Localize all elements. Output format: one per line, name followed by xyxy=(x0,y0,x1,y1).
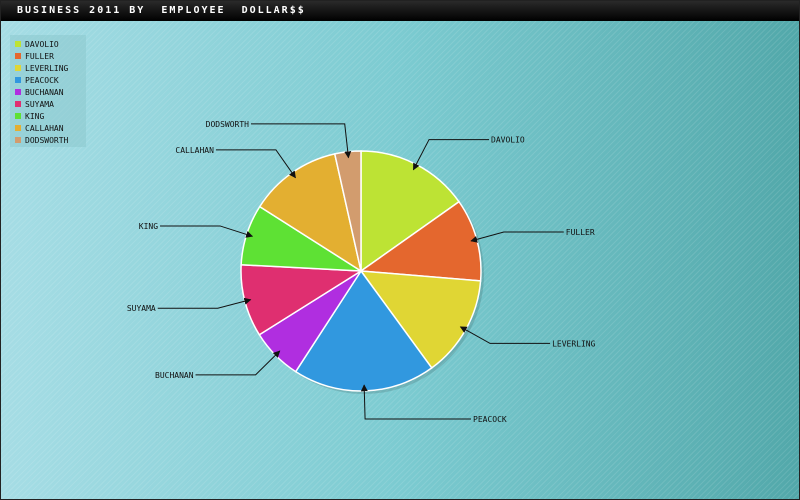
chart-title: BUSINESS 2011 BY EMPLOYEE DOLLAR$$ xyxy=(1,1,799,21)
data-label-buchanan: BUCHANAN xyxy=(155,371,194,380)
callout-line-davolio xyxy=(412,139,490,171)
callout-line-dodsworth xyxy=(251,123,352,159)
data-label-suyama: SUYAMA xyxy=(127,304,156,313)
data-label-fuller: FULLER xyxy=(566,228,595,237)
data-label-leverling: LEVERLING xyxy=(552,339,596,348)
data-label-davolio: DAVOLIO xyxy=(491,136,525,145)
callout-line-buchanan xyxy=(195,350,281,376)
callout-line-leverling xyxy=(459,326,551,344)
data-label-callahan: CALLAHAN xyxy=(175,146,214,155)
callout-line-callahan xyxy=(215,149,296,179)
chart-frame: BUSINESS 2011 BY EMPLOYEE DOLLAR$$ DAVOL… xyxy=(0,0,800,500)
callout-line-king xyxy=(160,225,254,238)
callout-line-fuller xyxy=(470,231,564,243)
pie-chart: DAVOLIO FULLER LEVERLING PEACOCK BUCHANAN SUY… xyxy=(127,120,596,424)
data-label-dodsworth: DODSWORTH xyxy=(206,120,250,129)
callout-line-suyama xyxy=(157,297,252,309)
data-label-king: KING xyxy=(139,222,158,231)
data-label-peacock: PEACOCK xyxy=(473,415,507,424)
